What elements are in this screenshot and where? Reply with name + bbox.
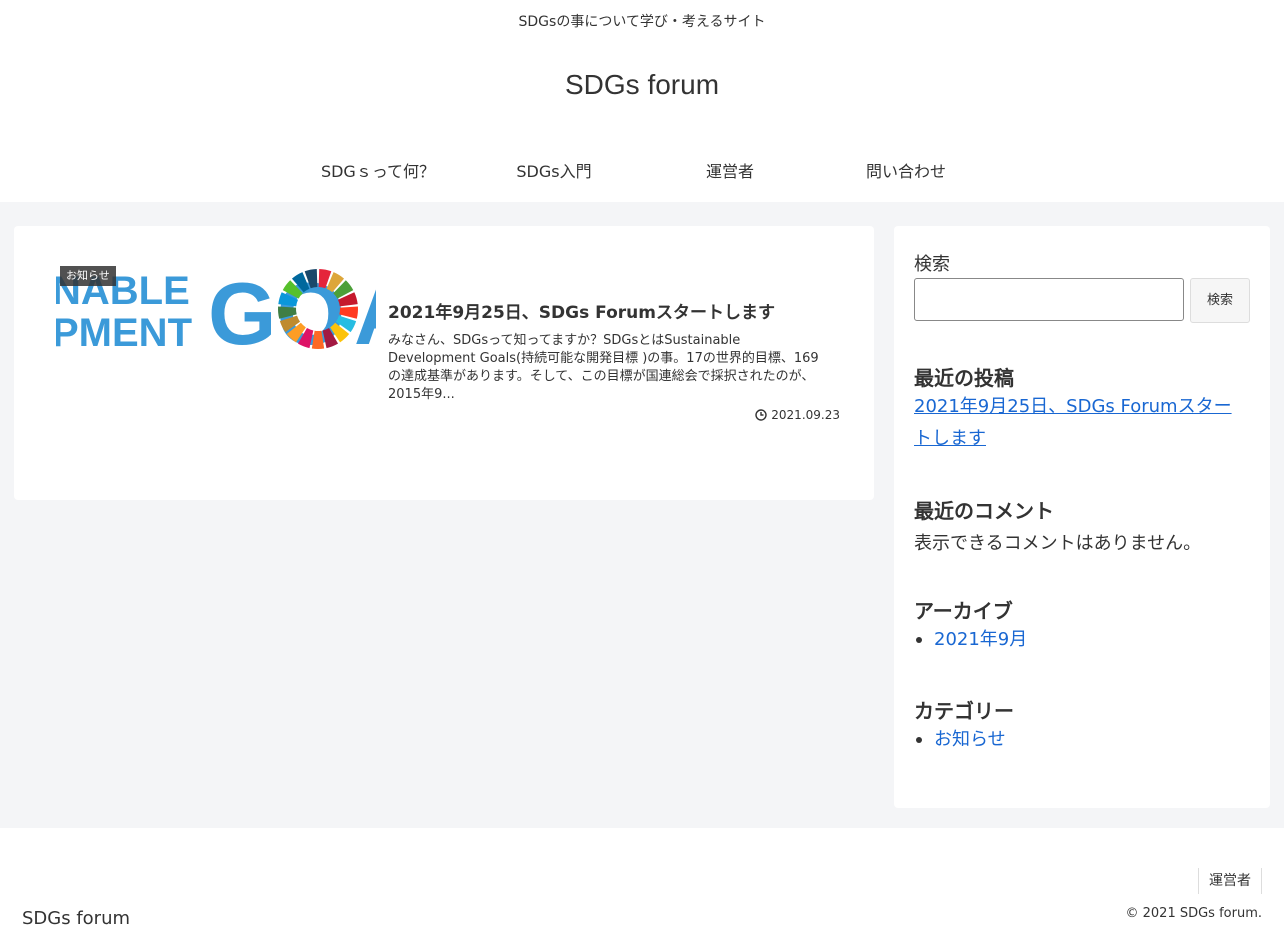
search-button[interactable]: 検索 [1190, 278, 1250, 323]
nav-item-contact[interactable]: 問い合わせ [818, 150, 994, 194]
categories-heading: カテゴリー [914, 699, 1014, 723]
site-tagline: SDGsの事について学び・考えるサイト [518, 14, 766, 30]
entry-thumbnail[interactable]: NABLE PMENT GO A お知らせ [56, 266, 376, 352]
main-nav: SDGｓって何？ SDGs入門 運営者 問い合わせ [290, 150, 994, 194]
nav-item-operator[interactable]: 運営者 [642, 150, 818, 194]
entry-snippet: みなさん、SDGsって知ってますか？SDGsとはSustainable Deve… [388, 333, 819, 402]
entry-date-text: 2021.09.23 [771, 408, 840, 422]
recent-post-link[interactable]: 2021年9月25日、SDGs Forumスタートします [914, 391, 1244, 455]
thumb-text-tail: A [354, 266, 376, 352]
main-content: NABLE PMENT GO A お知らせ 2021年9月25日、SDGs Fo… [14, 226, 874, 500]
bullet-dot [916, 737, 922, 743]
site-header: SDGsの事について学び・考えるサイト SDGs forum SDGｓって何？ … [0, 0, 1284, 202]
footer-site-title[interactable]: SDGs forum [22, 908, 130, 929]
archives-heading: アーカイブ [914, 599, 1013, 623]
entry-title[interactable]: 2021年9月25日、SDGs Forumスタートします [388, 302, 838, 324]
entry-date: 2021.09.23 [755, 408, 840, 422]
site-footer: 運営者 SDGs forum © 2021 SDGs forum. [0, 828, 1284, 943]
site-title[interactable]: SDGs forum [0, 69, 1284, 101]
category-item: お知らせ [916, 726, 1006, 754]
recent-posts-heading: 最近の投稿 [914, 366, 1014, 390]
clock-icon [755, 409, 767, 421]
footer-nav-operator[interactable]: 運営者 [1198, 868, 1262, 894]
category-link[interactable]: お知らせ [934, 729, 1006, 750]
nav-item-sdgs-intro[interactable]: SDGs入門 [466, 150, 642, 194]
archive-item: 2021年9月 [916, 626, 1027, 654]
thumb-text-line2: PMENT [56, 311, 192, 352]
archive-link[interactable]: 2021年9月 [934, 629, 1027, 650]
entry-card[interactable]: NABLE PMENT GO A お知らせ 2021年9月25日、SDGs Fo… [56, 266, 846, 422]
sidebar: 検索 検索 最近の投稿 2021年9月25日、SDGs Forumスタートします… [894, 226, 1270, 808]
recent-comments-text: 表示できるコメントはありません。 [914, 533, 1202, 554]
recent-comments-heading: 最近のコメント [914, 499, 1054, 523]
category-badge: お知らせ [60, 266, 116, 286]
copyright: © 2021 SDGs forum. [1125, 906, 1263, 921]
search-input[interactable] [914, 278, 1184, 321]
bullet-dot [916, 637, 922, 643]
nav-item-what-is-sdgs[interactable]: SDGｓって何？ [290, 150, 466, 194]
search-label: 検索 [914, 254, 950, 275]
